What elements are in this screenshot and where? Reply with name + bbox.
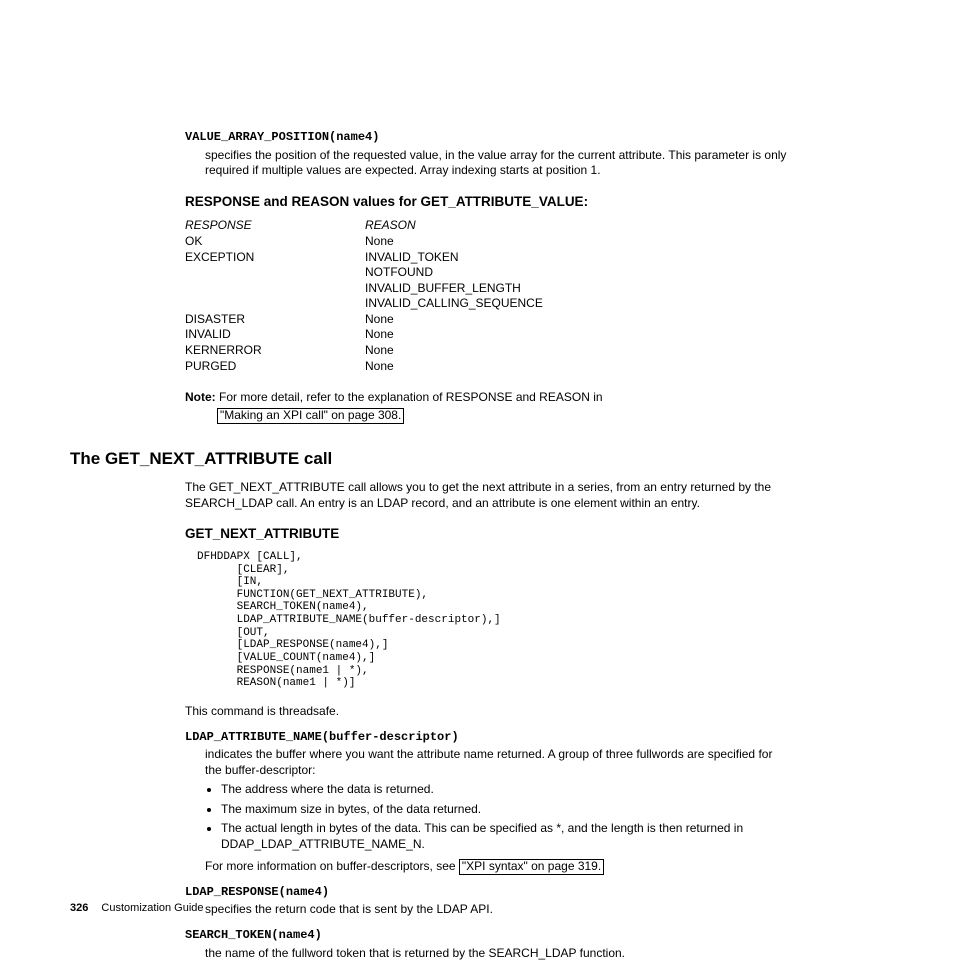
cell-response: KERNERROR — [185, 343, 365, 359]
cell-response: INVALID — [185, 327, 365, 343]
cell-reason: None — [365, 327, 790, 343]
response-reason-table: RESPONSE REASON OK None EXCEPTION INVALI… — [185, 218, 790, 374]
col-header-response: RESPONSE — [185, 218, 365, 234]
cell-response: DISASTER — [185, 312, 365, 328]
heading-get-next-attribute: GET_NEXT_ATTRIBUTE — [185, 525, 790, 543]
footer-title: Customization Guide — [101, 902, 203, 914]
def-ldap-attribute-name: indicates the buffer where you want the … — [205, 747, 790, 875]
term-ldap-response: LDAP_RESPONSE(name4) — [185, 885, 790, 901]
col-header-reason: REASON — [365, 218, 790, 234]
cell-reason: None — [365, 234, 790, 250]
xref-xpi-syntax[interactable]: "XPI syntax" on page 319. — [459, 859, 604, 875]
bullet-item: The address where the data is returned. — [221, 782, 790, 798]
document-page: VALUE_ARRAY_POSITION(name4) specifies th… — [70, 130, 790, 971]
page-footer: 326 Customization Guide — [70, 902, 204, 914]
cell-reason: None — [365, 312, 790, 328]
term-value-array-position: VALUE_ARRAY_POSITION(name4) — [185, 130, 790, 146]
bullet-list: The address where the data is returned. … — [205, 782, 790, 852]
page-number: 326 — [70, 902, 88, 914]
cell-reason: None — [365, 343, 790, 359]
note-text: For more detail, refer to the explanatio… — [219, 390, 603, 404]
def-text: indicates the buffer where you want the … — [205, 747, 772, 777]
def-search-token: the name of the fullword token that is r… — [205, 946, 790, 962]
cell-reason: INVALID_BUFFER_LENGTH — [365, 281, 790, 297]
cell-response: EXCEPTION — [185, 250, 365, 266]
threadsafe-note: This command is threadsafe. — [185, 704, 790, 720]
bullet-item: The maximum size in bytes, of the data r… — [221, 802, 790, 818]
code-block: DFHDDAPX [CALL], [CLEAR], [IN, FUNCTION(… — [197, 551, 790, 690]
cell-response — [185, 265, 365, 281]
def-value-array-position: specifies the position of the requested … — [205, 148, 790, 179]
cell-response: PURGED — [185, 359, 365, 375]
cell-reason: INVALID_TOKEN — [365, 250, 790, 266]
def-ldap-response: specifies the return code that is sent b… — [205, 902, 790, 918]
heading-get-next-attribute-call: The GET_NEXT_ATTRIBUTE call — [70, 448, 790, 470]
cell-response — [185, 281, 365, 297]
xref-making-xpi-call[interactable]: "Making an XPI call" on page 308. — [217, 408, 404, 424]
cell-response: OK — [185, 234, 365, 250]
bullet-item: The actual length in bytes of the data. … — [221, 821, 790, 852]
term-search-token: SEARCH_TOKEN(name4) — [185, 928, 790, 944]
more-info-text: For more information on buffer-descripto… — [205, 859, 456, 873]
note-label: Note: — [185, 390, 216, 404]
heading-response-reason: RESPONSE and REASON values for GET_ATTRI… — [185, 193, 790, 211]
note-block: Note: For more detail, refer to the expl… — [185, 390, 790, 424]
cell-response — [185, 296, 365, 312]
term-ldap-attribute-name: LDAP_ATTRIBUTE_NAME(buffer-descriptor) — [185, 730, 790, 746]
cell-reason: NOTFOUND — [365, 265, 790, 281]
intro-paragraph: The GET_NEXT_ATTRIBUTE call allows you t… — [185, 480, 790, 511]
cell-reason: None — [365, 359, 790, 375]
cell-reason: INVALID_CALLING_SEQUENCE — [365, 296, 790, 312]
